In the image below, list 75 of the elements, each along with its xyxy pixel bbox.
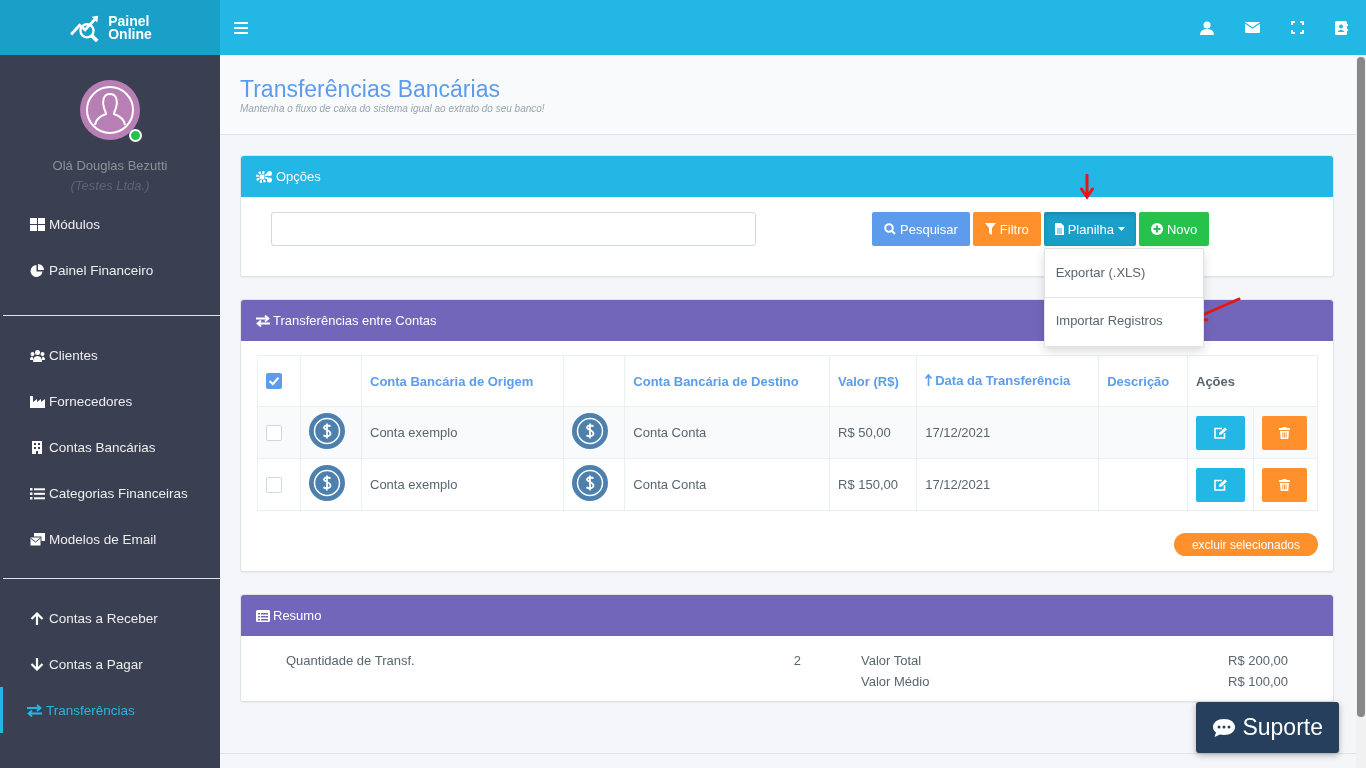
table-cell: Conta Conta	[633, 477, 707, 492]
users-icon	[30, 348, 45, 362]
edit-icon	[1213, 426, 1228, 439]
search-field[interactable]	[271, 212, 756, 246]
avatar-icon	[80, 80, 140, 140]
pie-chart-icon	[30, 263, 45, 277]
page-title: Transferências Bancárias	[240, 75, 501, 103]
menu-item[interactable]: Exportar (.XLS)	[1044, 255, 1203, 292]
summary-label: Valor Total	[861, 653, 923, 668]
sidebar-item[interactable]: Modelos de Email	[0, 516, 220, 562]
summary-value: R$ 100,00	[1228, 674, 1288, 689]
dollar-coin-icon	[309, 465, 345, 501]
brand-name: Painel	[108, 14, 150, 28]
swap-arrows-icon	[256, 314, 270, 327]
summary-label: Valor Médio	[861, 674, 931, 689]
sidebar-item[interactable]: Contas Bancárias	[0, 424, 220, 470]
sidebar-item[interactable]: Contas a Pagar	[0, 641, 220, 687]
document-icon	[1054, 223, 1064, 235]
caret-icon	[1117, 227, 1125, 231]
dollar-coin-icon	[572, 465, 609, 501]
sidebar-item[interactable]: Módulos	[0, 201, 220, 247]
column-header: Ações	[1196, 373, 1236, 389]
page-subtitle: Mantenha o fluxo de caixa do sistema igual ao extrato do seu banco!	[240, 103, 546, 114]
table-cell: Conta exemplo	[370, 477, 458, 492]
grid-icon	[30, 217, 45, 231]
checkbox[interactable]	[266, 476, 282, 493]
factory-icon	[30, 394, 45, 408]
trash-icon	[1279, 478, 1290, 491]
annotation-arrow-icon	[1079, 174, 1094, 200]
table-cell: Conta exemplo	[370, 425, 458, 440]
plus-circle-icon	[1150, 223, 1163, 235]
menu-item[interactable]: Importar Registros	[1044, 303, 1203, 340]
user-greeting: Olá Douglas Bezutti	[52, 158, 168, 173]
list-icon	[256, 609, 270, 622]
swap-arrows-icon	[27, 703, 42, 717]
sidebar-item[interactable]: Clientes	[0, 332, 220, 378]
sort-arrow-icon	[925, 374, 933, 387]
edit-button[interactable]	[1196, 467, 1245, 502]
list-icon	[30, 486, 45, 500]
table-cell: 17/12/2021	[925, 425, 991, 440]
summary-label: Quantidade de Transf.	[286, 653, 416, 668]
gears-icon	[256, 170, 273, 183]
sidebar-item[interactable]: Categorias Financeiras	[0, 470, 220, 516]
table-cell: Conta Conta	[633, 425, 707, 440]
checkbox[interactable]	[266, 424, 282, 441]
arrow-down-icon	[30, 657, 45, 671]
sidebar-item[interactable]: Contas a Receber	[0, 595, 220, 641]
building-icon	[30, 440, 45, 454]
sidebar-item[interactable]: Fornecedores	[0, 378, 220, 424]
sidebar-item[interactable]: Painel Financeiro	[0, 247, 220, 293]
delete-button[interactable]	[1262, 415, 1307, 450]
scrollbar-thumb[interactable]	[1357, 57, 1365, 717]
envelopes-icon	[30, 532, 45, 546]
panel-title: Opções	[276, 169, 321, 184]
trash-icon	[1279, 426, 1290, 439]
summary-value: R$ 200,00	[1228, 653, 1288, 668]
table-cell: R$ 150,00	[838, 477, 899, 492]
edit-icon	[1213, 478, 1228, 491]
dollar-coin-icon	[309, 413, 345, 449]
sidebar-item[interactable]: Transferências	[0, 687, 220, 733]
table-cell: 17/12/2021	[925, 477, 991, 492]
brand-name: Online	[108, 27, 152, 41]
search-icon	[884, 223, 896, 235]
arrow-up-icon	[30, 611, 45, 625]
support-button[interactable]: Suporte	[1196, 702, 1339, 753]
panel-title: Transferências entre Contas	[273, 313, 437, 328]
edit-button[interactable]	[1196, 415, 1245, 450]
summary-value: 2	[792, 653, 801, 668]
delete-button[interactable]	[1262, 467, 1307, 502]
checkbox[interactable]	[266, 373, 282, 390]
table-cell: R$ 50,00	[838, 425, 891, 440]
chat-icon	[1212, 717, 1237, 738]
dollar-coin-icon	[572, 413, 609, 449]
panel-title: Resumo	[273, 608, 322, 623]
filter-icon	[984, 223, 996, 235]
